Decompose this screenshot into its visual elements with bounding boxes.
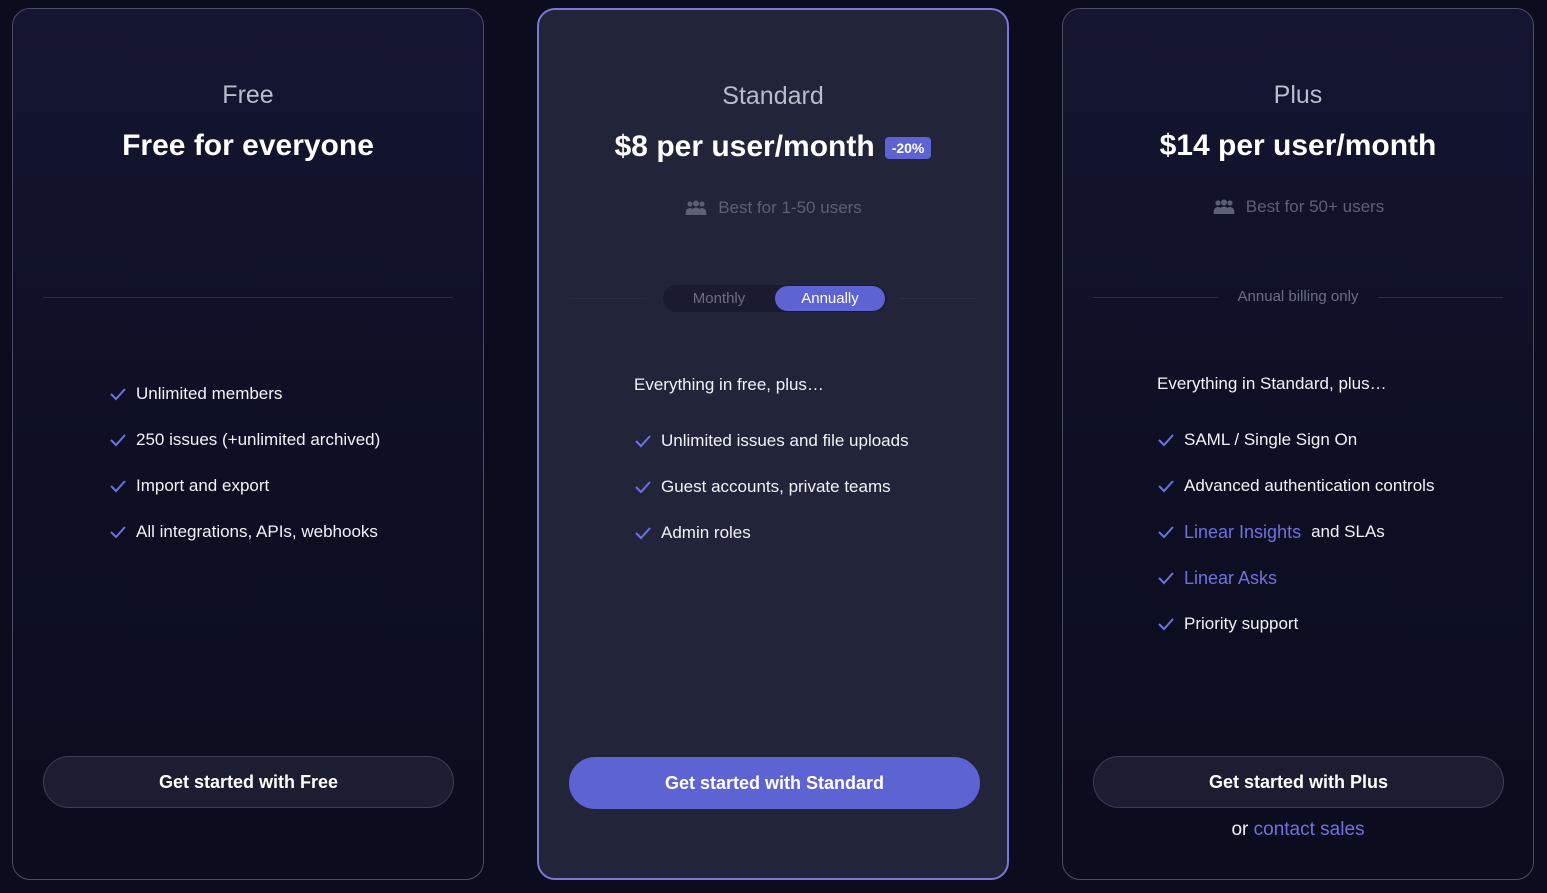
users-icon [1213,199,1235,214]
price-row: $14 per user/month [1063,129,1533,163]
best-for-row: Best for 1-50 users [539,198,1007,218]
plan-card-plus: Plus $14 per user/month Best for 50+ use… [1062,8,1534,880]
plan-price: $8 per user/month [614,130,875,163]
check-icon [1158,434,1174,447]
check-icon [1158,572,1174,585]
plan-name: Standard [722,82,824,110]
feature-label: Unlimited members [136,384,283,403]
feature-item: 250 issues (+unlimited archived) [109,417,380,463]
feature-item: Guest accounts, private teams [634,464,909,510]
feature-item: All integrations, APIs, webhooks [109,509,380,555]
get-started-free-button[interactable]: Get started with Free [43,756,454,808]
billing-monthly-option[interactable]: Monthly [663,286,775,311]
feature-label: Unlimited issues and file uploads [661,431,909,450]
feature-item: Unlimited issues and file uploads [634,418,909,464]
feature-label: Advanced authentication controls [1184,476,1435,495]
feature-intro: Everything in free, plus… [634,375,824,394]
get-started-standard-button[interactable]: Get started with Standard [569,757,980,809]
check-icon [635,435,651,448]
plan-price: $14 per user/month [1159,129,1437,162]
check-icon [1158,618,1174,631]
plan-name: Plus [1273,81,1323,109]
feature-item: Unlimited members [109,371,380,417]
feature-label: 250 issues (+unlimited archived) [136,430,381,449]
feature-list: Unlimited members 250 issues (+unlimited… [109,371,380,555]
feature-item: Advanced authentication controls [1157,463,1434,509]
feature-item: Priority support [1157,601,1434,647]
discount-badge: -20% [884,137,932,159]
billing-toggle: Monthly Annually [663,285,887,312]
feature-list: Everything in free, plus… Unlimited issu… [634,372,909,556]
feature-label: Guest accounts, private teams [661,477,891,496]
pricing-page: Free Free for everyone Unlimited members… [0,0,1547,893]
feature-intro: Everything in Standard, plus… [1157,374,1387,393]
billing-annually-option[interactable]: Annually [775,286,885,311]
feature-item: Import and export [109,463,380,509]
check-icon [110,434,126,447]
best-for-label: Best for 50+ users [1245,197,1385,216]
divider [569,298,647,299]
linear-insights-link[interactable]: Linear Insights [1184,522,1301,543]
check-icon [635,481,651,494]
divider [899,298,977,299]
check-icon [1158,480,1174,493]
contact-row: or contact sales [1063,819,1533,841]
feature-label: SAML / Single Sign On [1184,430,1358,449]
feature-item: Linear Insights and SLAs [1157,509,1434,555]
plan-card-standard: Standard $8 per user/month -20% Best for… [537,8,1009,880]
check-icon [110,480,126,493]
feature-list: Everything in Standard, plus… SAML / Sin… [1157,371,1434,647]
best-for-row: Best for 50+ users [1063,197,1533,217]
contact-prefix: or [1231,819,1249,840]
feature-label: Admin roles [661,523,751,542]
feature-label: Priority support [1184,614,1299,633]
feature-label: All integrations, APIs, webhooks [136,522,378,541]
plan-name: Free [222,81,274,109]
check-icon [110,526,126,539]
contact-sales-link[interactable]: contact sales [1254,819,1365,840]
get-started-plus-button[interactable]: Get started with Plus [1093,756,1504,808]
feature-label: Import and export [136,476,270,495]
check-icon [635,527,651,540]
users-icon [685,200,707,215]
feature-label: and SLAs [1311,522,1385,541]
best-for-label: Best for 1-50 users [718,198,862,217]
feature-item: SAML / Single Sign On [1157,417,1434,463]
feature-item: Linear Asks [1157,555,1434,601]
plan-card-free: Free Free for everyone Unlimited members… [12,8,484,880]
divider [43,297,453,298]
price-row: $8 per user/month -20% [539,130,1007,164]
plan-price: Free for everyone [122,129,374,162]
feature-item: Admin roles [634,510,909,556]
check-icon [110,388,126,401]
linear-asks-link[interactable]: Linear Asks [1184,568,1277,589]
divider [1378,297,1503,298]
check-icon [1158,526,1174,539]
price-row: Free for everyone [13,129,483,163]
